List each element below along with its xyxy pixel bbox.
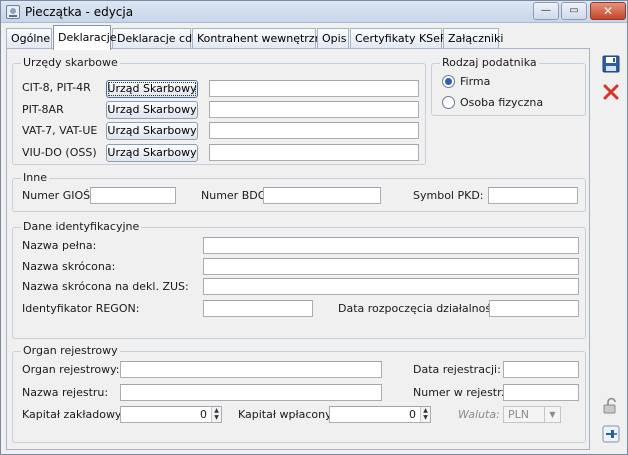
label-nazwa-pelna: Nazwa pełna: [22,239,97,252]
urzad-field-vat7[interactable] [209,122,419,139]
label-regon: Identyfikator REGON: [22,302,140,315]
regon-field[interactable] [203,300,313,317]
tab-kontrahent-wewnetrzny[interactable]: Kontrahent wewnętrzny [192,28,328,48]
symbol-pkd-field[interactable] [488,187,578,204]
organ-rejestrowy-field[interactable] [120,361,382,378]
legend-rodzaj-podatnika: Rodzaj podatnika [440,56,539,69]
nazwa-skrocona-field[interactable] [203,258,579,275]
numer-bdo-field[interactable] [263,187,381,204]
waluta-value: PLN [508,408,529,421]
group-rodzaj-podatnika: Rodzaj podatnika Firma Osoba fizyczna [431,56,586,116]
urzad-skarbowy-button-vat7[interactable]: Urząd Skarbowy [106,122,198,140]
minimize-button[interactable]: — [533,2,559,20]
app-stamp-icon [6,5,20,19]
tab-deklaracje-cd[interactable]: Deklaracje cd. [112,28,196,48]
title-bar: Pieczątka - edycja — ▭ ✕ [1,1,627,23]
save-icon [602,55,620,73]
legend-organ-rejestrowy: Organ rejestrowy [21,344,120,357]
urzad-skarbowy-button-cit8[interactable]: Urząd Skarbowy [106,80,198,98]
tab-opis[interactable]: Opis [317,28,349,48]
close-button[interactable]: ✕ [590,2,626,20]
nazwa-pelna-field[interactable] [203,237,579,254]
label-viu-do: VIU-DO (OSS) [22,146,97,159]
data-rejestracji-field[interactable] [503,361,579,378]
urzad-field-cit8[interactable] [209,80,419,97]
label-pit8ar: PIT-8AR [22,103,64,116]
group-inne: Inne Numer GIOŚ: Numer BDO: Symbol PKD: [12,171,586,212]
nazwa-zus-field[interactable] [203,278,579,295]
kapital-wplacony-field[interactable]: 0 ▲ ▼ [329,406,431,423]
tab-certyfikaty-ksef[interactable]: Certyfikaty KSeF [350,28,446,48]
urzad-field-pit8ar[interactable] [209,101,419,118]
waluta-select[interactable]: PLN ▼ [503,406,561,423]
nazwa-rejestru-field[interactable] [120,384,382,401]
kapital-wplacony-spinner[interactable]: ▲ ▼ [420,407,430,422]
group-organ-rejestrowy: Organ rejestrowy Organ rejestrowy: Data … [12,344,586,443]
label-osoba-fizyczna[interactable]: Osoba fizyczna [460,96,543,109]
label-firma[interactable]: Firma [460,75,490,88]
label-vat7-vatue: VAT-7, VAT-UE [22,124,98,137]
data-rozpoczecia-field[interactable] [489,300,579,317]
legend-urzedy-skarbowe: Urzędy skarbowe [21,56,120,69]
kapital-wplacony-value: 0 [409,408,416,421]
urzad-field-viu-do[interactable] [209,144,419,161]
unlock-button[interactable] [600,395,622,417]
tab-deklaracje[interactable]: Deklaracje [53,25,117,50]
group-dane-identyfikacyjne: Dane identyfikacyjne Nazwa pełna: Nazwa … [12,220,586,339]
pin-icon [602,425,620,443]
tab-zalaczniki[interactable]: Załączniki [443,28,503,48]
tab-panel-deklaracje: Urzędy skarbowe CIT-8, PIT-4R Urząd Skar… [6,48,590,450]
label-kapital-zakladowy: Kapitał zakładowy: [22,408,125,421]
lock-icon [603,397,616,414]
numer-w-rejestrze-field[interactable] [503,384,579,401]
label-nazwa-zus: Nazwa skrócona na dekl. ZUS: [22,280,189,293]
legend-dane-identyfikacyjne: Dane identyfikacyjne [21,220,142,233]
cancel-icon [603,84,619,100]
label-numer-bdo: Numer BDO: [201,189,270,202]
chevron-down-icon: ▼ [544,407,560,422]
kapital-zakladowy-spinner[interactable]: ▲ ▼ [211,407,221,422]
label-data-rozpoczecia: Data rozpoczęcia działalności: [338,302,504,315]
urzad-skarbowy-button-pit8ar[interactable]: Urząd Skarbowy [106,101,198,119]
window-title: Pieczątka - edycja [25,5,134,19]
save-button[interactable] [600,53,622,75]
tab-ogolne[interactable]: Ogólne [6,28,52,48]
maximize-button[interactable]: ▭ [561,2,587,20]
urzad-skarbowy-button-viu-do[interactable]: Urząd Skarbowy [106,144,198,162]
label-symbol-pkd: Symbol PKD: [413,189,484,202]
pin-button[interactable] [600,423,622,445]
group-urzedy-skarbowe: Urzędy skarbowe CIT-8, PIT-4R Urząd Skar… [12,56,426,165]
legend-inne: Inne [21,171,49,184]
window: Pieczątka - edycja — ▭ ✕ Ogólne Deklarac… [0,0,628,455]
kapital-zakladowy-value: 0 [200,408,207,421]
label-nazwa-skrocona: Nazwa skrócona: [22,260,116,273]
label-kapital-wplacony: Kapitał wpłacony: [238,408,335,421]
label-cit8-pit4r: CIT-8, PIT-4R [22,81,91,94]
kapital-zakladowy-field[interactable]: 0 ▲ ▼ [120,406,222,423]
label-organ-rejestrowy: Organ rejestrowy: [22,363,120,376]
label-nazwa-rejestru: Nazwa rejestru: [22,386,109,399]
radio-osoba-fizyczna[interactable] [442,96,455,109]
label-numer-gios: Numer GIOŚ: [22,189,94,202]
cancel-button[interactable] [600,81,622,103]
label-numer-w-rejestrze: Numer w rejestrze [413,386,515,399]
label-data-rejestracji: Data rejestracji: [413,363,501,376]
numer-gios-field[interactable] [90,187,176,204]
radio-firma[interactable] [442,75,455,88]
label-waluta: Waluta: [458,408,500,421]
